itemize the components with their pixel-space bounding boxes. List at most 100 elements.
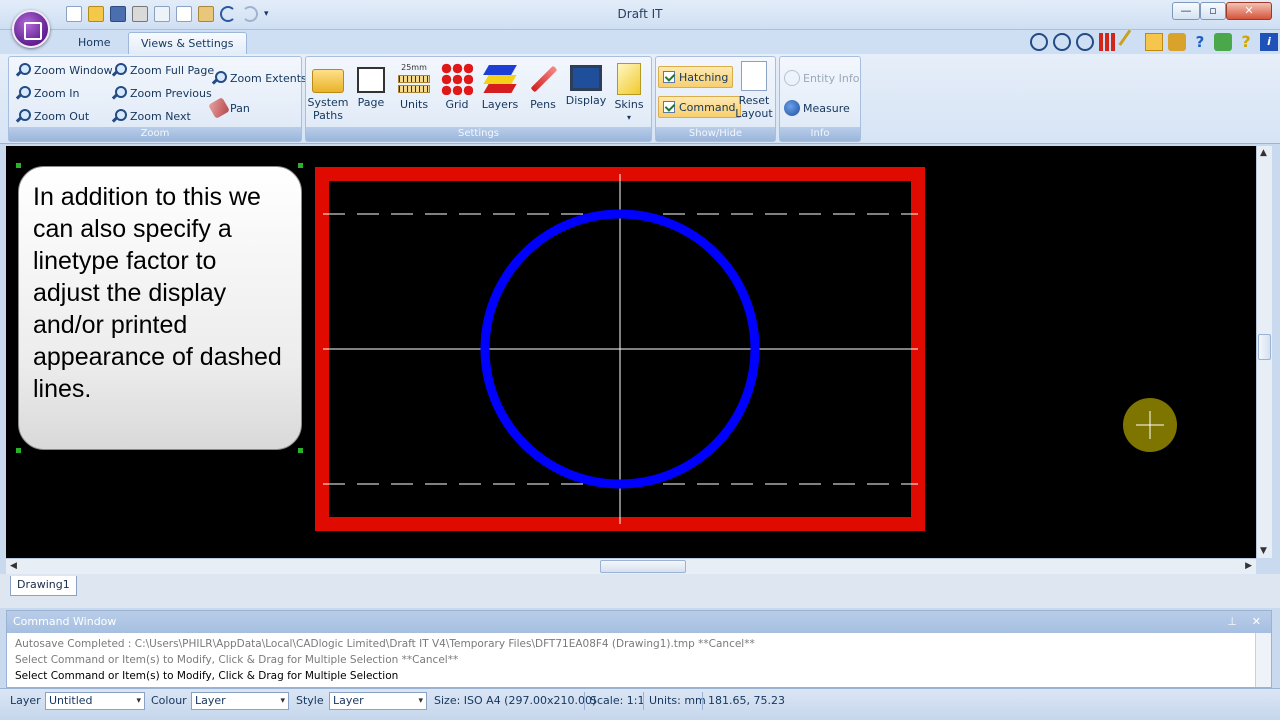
skins-icon [617, 63, 641, 95]
title-bar: ▾ Draft IT — ▫ ✕ [0, 0, 1280, 30]
command-window-title: Command Window [13, 615, 117, 628]
zoom-previous-button[interactable]: Zoom Previous [111, 83, 212, 103]
status-divider [584, 692, 585, 710]
zoom-previous-label: Zoom Previous [130, 86, 212, 100]
zoom-extents-button[interactable]: Zoom Extents [211, 68, 307, 88]
system-paths-button[interactable]: System Paths [306, 63, 350, 122]
zoom-window-icon[interactable] [1030, 33, 1048, 51]
application-menu-button[interactable] [12, 10, 50, 48]
zoom-in-button[interactable]: Zoom In [15, 83, 79, 103]
zoom-out-button[interactable]: Zoom Out [15, 106, 89, 126]
command-window: Command Window ⊥ ✕ Autosave Completed : … [6, 610, 1272, 688]
tab-views-settings[interactable]: Views & Settings [128, 32, 247, 54]
minimize-button[interactable]: — [1172, 2, 1200, 20]
command-toggle[interactable]: Command [658, 96, 741, 118]
skins-button[interactable]: Skins ▾ [607, 63, 651, 124]
ribbon-tab-row: Home Views & Settings ? ? i ✕ [0, 29, 1280, 55]
close-button[interactable]: ✕ [1226, 2, 1272, 20]
units-label: Units [399, 98, 429, 111]
horizontal-scroll-thumb[interactable] [600, 560, 686, 573]
wand-icon[interactable] [1118, 29, 1144, 55]
zoom-extents-icon [211, 70, 227, 86]
display-button[interactable]: Display [564, 63, 608, 107]
maximize-button[interactable]: ▫ [1200, 2, 1226, 20]
units-button[interactable]: 25mm Units [392, 63, 436, 111]
hatching-checkbox[interactable] [663, 71, 675, 83]
measure-button[interactable]: Measure [784, 98, 850, 118]
scroll-up-icon[interactable]: ▲ [1260, 148, 1267, 158]
lock-icon[interactable] [1168, 33, 1186, 51]
zoom-out-label: Zoom Out [34, 109, 90, 123]
document-tab-drawing1[interactable]: Drawing1 [10, 576, 77, 596]
info-icon[interactable]: i [1260, 33, 1278, 51]
zoom-extents-label: Zoom Extents [230, 71, 307, 85]
zoom-window-button[interactable]: Zoom Window [15, 60, 113, 80]
selection-handle[interactable] [298, 448, 303, 453]
grid-icon[interactable] [1099, 33, 1117, 51]
pan-button[interactable]: Pan [208, 97, 250, 119]
window-title: Draft IT [617, 7, 663, 21]
system-paths-label-1: System [307, 96, 349, 109]
pan-label: Pan [230, 101, 250, 115]
display-label: Display [565, 94, 607, 107]
reset-layout-button[interactable]: Reset Layout [732, 61, 776, 120]
selection-handle[interactable] [298, 163, 303, 168]
zoom-next-label: Zoom Next [130, 109, 191, 123]
help-question-icon[interactable]: ? [1237, 33, 1255, 51]
style-label: Style [296, 694, 324, 707]
coordinates-readout: 181.65, 75.23 [708, 694, 785, 707]
style-select[interactable]: Layer [329, 692, 427, 710]
settings-group: System Paths Page 25mm Units Grid Layers… [305, 56, 652, 142]
grid-button[interactable]: Grid [435, 63, 479, 111]
command-checkbox[interactable] [663, 101, 675, 113]
zoom-full-page-icon [111, 62, 127, 78]
status-divider [702, 692, 703, 710]
layer-label: Layer [10, 694, 41, 707]
command-close-icon[interactable]: ✕ [1252, 611, 1261, 633]
zoom-in-label: Zoom In [34, 86, 80, 100]
page-button[interactable]: Page [349, 63, 393, 109]
command-line: Autosave Completed : C:\Users\PHILR\AppD… [15, 638, 755, 650]
zoom-out-icon[interactable] [1076, 33, 1094, 51]
command-scrollbar[interactable] [1255, 633, 1271, 687]
scroll-left-icon[interactable]: ◀ [10, 561, 17, 571]
entity-info-icon [784, 70, 800, 86]
pens-button[interactable]: Pens [521, 63, 565, 111]
vertical-scrollbar[interactable]: ▲ ▼ [1256, 146, 1272, 558]
zoom-full-page-label: Zoom Full Page [130, 63, 215, 77]
snap-icon[interactable] [1145, 33, 1163, 51]
zoom-next-button[interactable]: Zoom Next [111, 106, 191, 126]
measure-icon [784, 100, 800, 116]
ruler-icon: 25mm [398, 63, 430, 95]
layers-icon [483, 63, 517, 95]
scroll-right-icon[interactable]: ▶ [1245, 561, 1252, 571]
page-size-readout: Size: ISO A4 (297.00x210.00) [434, 694, 597, 707]
pens-label: Pens [530, 98, 556, 111]
zoom-in-icon[interactable] [1053, 33, 1071, 51]
system-paths-label-2: Paths [313, 109, 343, 122]
tab-home[interactable]: Home [66, 32, 122, 54]
entity-info-button[interactable]: Entity Info [784, 68, 859, 88]
layer-select[interactable]: Untitled [45, 692, 145, 710]
colour-select[interactable]: Layer [191, 692, 289, 710]
folder-icon [312, 69, 344, 93]
horizontal-scrollbar[interactable]: ◀ ▶ [6, 558, 1256, 574]
pin-icon[interactable]: ⊥ [1227, 611, 1237, 633]
vertical-scroll-thumb[interactable] [1258, 334, 1271, 360]
callout-text: In addition to this we can also specify … [33, 183, 282, 403]
selection-handle[interactable] [16, 163, 21, 168]
skins-label: Skins [614, 98, 644, 111]
zoom-full-page-button[interactable]: Zoom Full Page [111, 60, 214, 80]
scroll-down-icon[interactable]: ▼ [1260, 546, 1267, 556]
units-icon-text: 25mm [401, 63, 427, 72]
ribbon-right-tools: ? ? i ✕ [1030, 29, 1280, 55]
hatching-toggle[interactable]: Hatching [658, 66, 734, 88]
command-line: Select Command or Item(s) to Modify, Cli… [15, 670, 399, 682]
refresh-icon[interactable] [1214, 33, 1232, 51]
help-icon[interactable]: ? [1191, 33, 1209, 51]
grid-label: Grid [445, 98, 469, 111]
measure-label: Measure [803, 101, 850, 115]
selection-handle[interactable] [16, 448, 21, 453]
layers-button[interactable]: Layers [478, 63, 522, 111]
zoom-in-icon [15, 85, 31, 101]
